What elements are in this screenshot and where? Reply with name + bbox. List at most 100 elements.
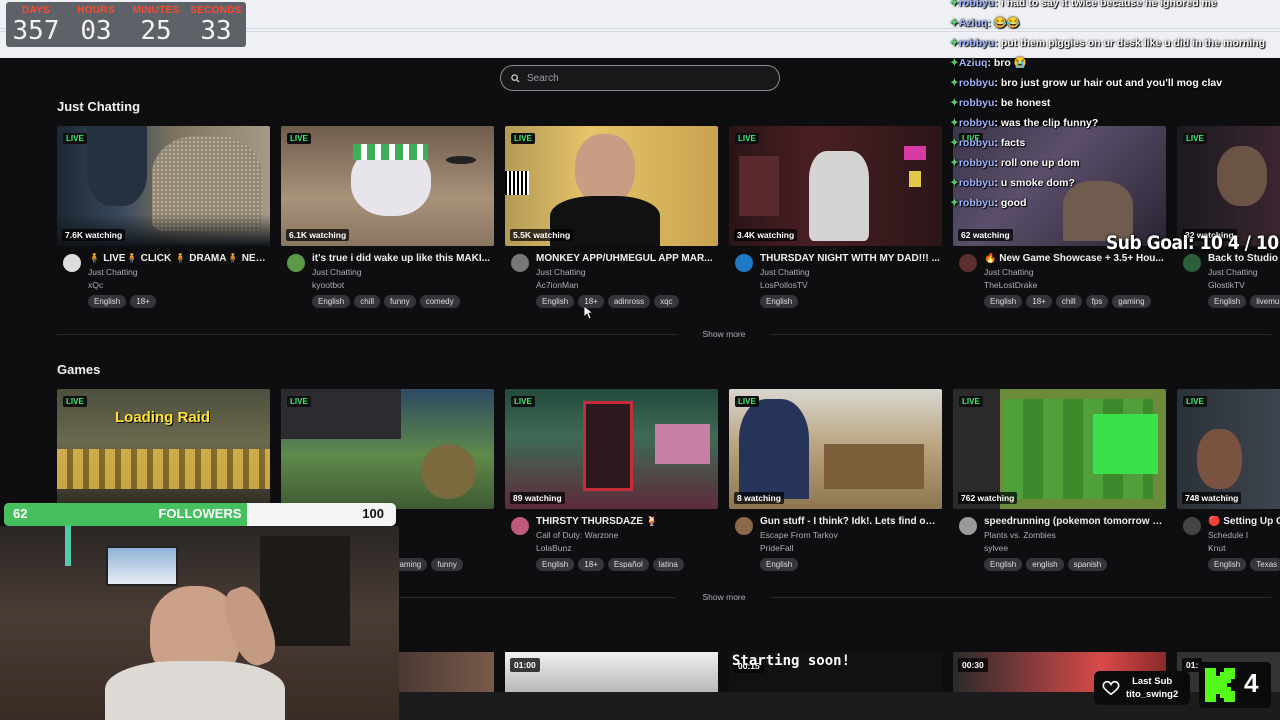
avatar[interactable] (735, 254, 753, 272)
stream-thumbnail[interactable]: LIVE 762 watching (953, 389, 1166, 509)
avatar[interactable] (959, 254, 977, 272)
streamer-name[interactable]: LosPollosTV (760, 280, 808, 290)
stream-card[interactable]: LIVE 8 watching Gun stuff - I think? Idk… (729, 389, 942, 571)
tag[interactable]: funny (431, 558, 463, 571)
stream-title[interactable]: it's true i did wake up like this MAKI..… (312, 253, 492, 264)
tag[interactable]: Texas (1250, 558, 1280, 571)
stream-title[interactable]: THIRSTY THURSDAZE 🍹 (536, 516, 716, 527)
stream-title[interactable]: 🔴 Setting Up O (1208, 516, 1280, 527)
stream-category[interactable]: Escape From Tarkov (760, 530, 838, 540)
stream-thumbnail[interactable]: LIVE 3.4K watching (729, 126, 942, 246)
avatar[interactable] (1183, 254, 1201, 272)
streamer-name[interactable]: Knut (1208, 543, 1226, 553)
tag[interactable]: Español (607, 558, 649, 571)
streamer-name[interactable]: GlostikTV (1208, 280, 1245, 290)
tag[interactable]: English (1208, 558, 1247, 571)
tag[interactable]: 18+ (578, 558, 604, 571)
tag[interactable]: chill (354, 295, 381, 308)
stream-thumbnail[interactable]: LIVE 89 watching (505, 389, 718, 509)
tag[interactable]: adinross (607, 295, 651, 308)
stream-card[interactable]: LIVE 6.1K watching it's true i did wake … (281, 126, 494, 308)
tag[interactable]: English (88, 295, 127, 308)
stream-category[interactable]: Just Chatting (312, 267, 362, 277)
stream-card[interactable]: Loading Raid LIVE (57, 389, 270, 509)
tag[interactable]: funny (384, 295, 416, 308)
stream-title[interactable]: 🔥 New Game Showcase + 3.5+ Hou... (984, 253, 1164, 264)
avatar[interactable] (63, 254, 81, 272)
streamer-name[interactable]: PrideFall (760, 543, 794, 553)
stream-title[interactable]: Gun stuff - I think? Idk!. Lets find out… (760, 516, 940, 527)
tag[interactable]: English (536, 558, 575, 571)
tag[interactable]: latina (652, 558, 684, 571)
search-input[interactable] (527, 72, 747, 84)
section-title-just-chatting[interactable]: Just Chatting (57, 99, 140, 114)
clip-thumbnail[interactable]: 01:00 (505, 652, 718, 692)
streamer-name[interactable]: Ac7ionMan (536, 280, 579, 290)
tag[interactable]: xqc (654, 295, 679, 308)
stream-title[interactable]: speedrunning (pokemon tomorrow :c) (984, 516, 1164, 527)
tag[interactable]: spanish (1067, 558, 1108, 571)
tag[interactable]: english (1026, 558, 1064, 571)
stream-card[interactable]: LIVE 7.6K watching 🧍 LIVE🧍 CLICK 🧍 DRAMA… (57, 126, 270, 308)
tag[interactable]: chill (1055, 295, 1082, 308)
streamer-name[interactable]: xQc (88, 280, 103, 290)
avatar[interactable] (735, 517, 753, 535)
divider (400, 597, 676, 598)
stream-title[interactable]: 🧍 LIVE🧍 CLICK 🧍 DRAMA🧍 NEWS... (88, 253, 268, 264)
stream-title[interactable]: Back to Studio A (1208, 253, 1280, 264)
tag[interactable]: fps (1085, 295, 1109, 308)
stream-card[interactable]: LIVE 3.4K watching THURSDAY NIGHT WITH M… (729, 126, 942, 308)
tag[interactable]: livemu (1250, 295, 1280, 308)
tag[interactable]: English (760, 558, 799, 571)
screen: DAYS357 HOURS03 MINUTES25 SECONDS33 Just… (0, 0, 1280, 720)
tag[interactable]: gaming (1112, 295, 1151, 308)
avatar[interactable] (511, 517, 529, 535)
search-bar[interactable] (500, 65, 780, 91)
stream-card[interactable]: LIVE 89 watching THIRSTY THURSDAZE 🍹 Cal… (505, 389, 718, 571)
tag[interactable]: English (312, 295, 351, 308)
stream-category[interactable]: Just Chatting (984, 267, 1034, 277)
show-more-button[interactable]: Show more (674, 592, 774, 602)
tag[interactable]: English (984, 295, 1023, 308)
streamer-name[interactable]: LolaBunz (536, 543, 571, 553)
tag[interactable]: English (760, 295, 799, 308)
stream-thumbnail[interactable]: LIVE 6.1K watching (281, 126, 494, 246)
stream-category[interactable]: Just Chatting (760, 267, 810, 277)
stream-title[interactable]: THURSDAY NIGHT WITH MY DAD!!! ... (760, 253, 940, 264)
avatar[interactable] (511, 254, 529, 272)
stream-category[interactable]: Just Chatting (1208, 267, 1258, 277)
stream-thumbnail[interactable]: Loading Raid LIVE (57, 389, 270, 509)
countdown-timer: DAYS 357 HOURS 03 MINUTES 25 SECONDS 33 (6, 2, 246, 47)
stream-thumbnail[interactable]: LIVE 748 watching (1177, 389, 1280, 509)
avatar[interactable] (959, 517, 977, 535)
viewer-count: 748 watching (1182, 492, 1242, 504)
tag[interactable]: 18+ (1026, 295, 1052, 308)
stream-card[interactable]: LIVE 748 watching 🔴 Setting Up O Schedul… (1177, 389, 1280, 571)
section-title-games[interactable]: Games (57, 362, 100, 377)
stream-category[interactable]: Schedule I (1208, 530, 1248, 540)
stream-category[interactable]: Just Chatting (536, 267, 586, 277)
tag[interactable]: English (536, 295, 575, 308)
stream-thumbnail[interactable]: LIVE 5.5K watching (505, 126, 718, 246)
stream-thumbnail[interactable]: LIVE 7.6K watching (57, 126, 270, 246)
stream-category[interactable]: Plants vs. Zombies (984, 530, 1056, 540)
streamer-name[interactable]: TheLostDrake (984, 280, 1037, 290)
stream-thumbnail[interactable]: LIVE (281, 389, 494, 509)
tag[interactable]: English (984, 558, 1023, 571)
avatar[interactable] (287, 254, 305, 272)
stream-category[interactable]: Just Chatting (88, 267, 138, 277)
stream-card[interactable]: LIVE 762 watching speedrunning (pokemon … (953, 389, 1166, 571)
stream-card[interactable]: LIVE 5.5K watching MONKEY APP/UHMEGUL AP… (505, 126, 718, 308)
stream-title[interactable]: MONKEY APP/UHMEGUL APP MAR... (536, 253, 716, 264)
avatar[interactable] (1183, 517, 1201, 535)
streamer-name[interactable]: sylvee (984, 543, 1008, 553)
clip-thumbnail[interactable] (399, 652, 494, 692)
streamer-name[interactable]: kyootbot (312, 280, 344, 290)
tag[interactable]: comedy (419, 295, 460, 308)
stream-category[interactable]: Call of Duty: Warzone (536, 530, 618, 540)
tag[interactable]: 18+ (130, 295, 156, 308)
clip-thumbnail[interactable]: 00:15 Starting soon! (729, 652, 942, 692)
stream-thumbnail[interactable]: LIVE 8 watching (729, 389, 942, 509)
tag[interactable]: English (1208, 295, 1247, 308)
show-more-button[interactable]: Show more (674, 329, 774, 339)
